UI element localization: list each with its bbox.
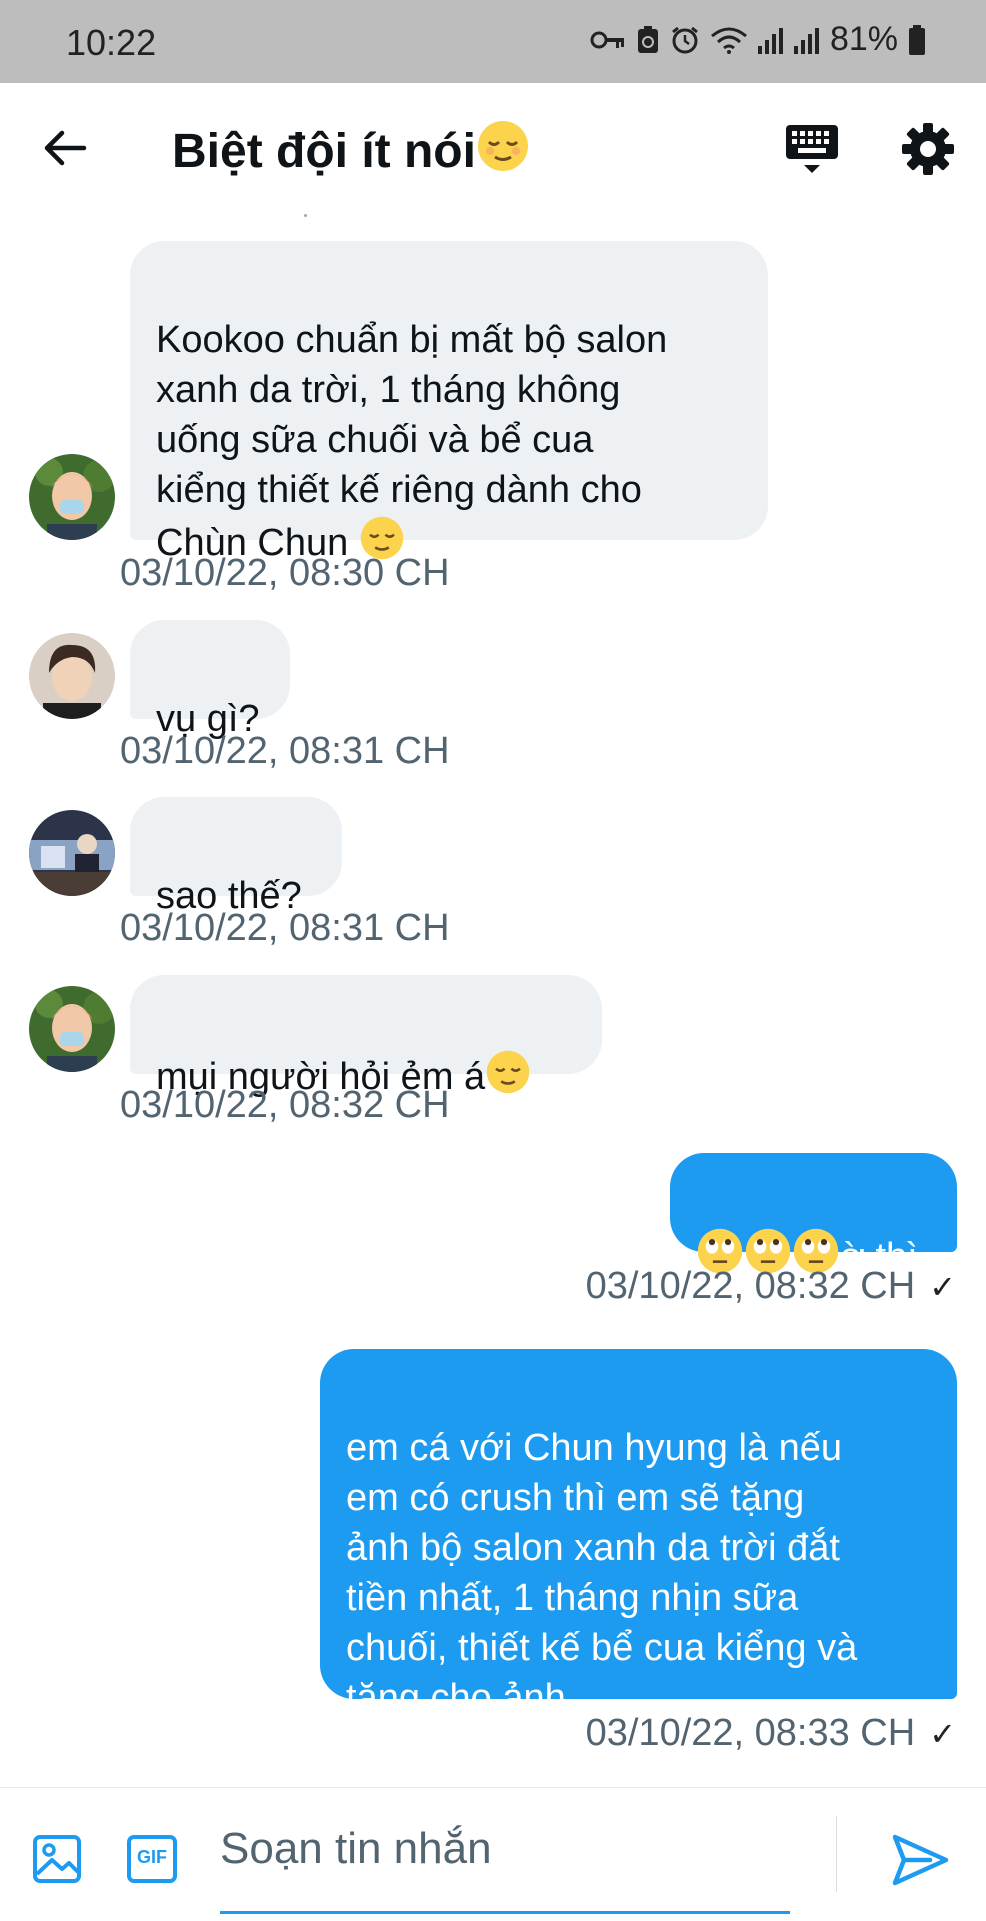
message-timestamp: 03/10/22, 08:31 CH bbox=[120, 730, 450, 772]
status-time: 10:22 bbox=[66, 22, 157, 63]
signal-icon-2 bbox=[793, 27, 819, 54]
message-bubble-outgoing[interactable]: ờ thì bbox=[670, 1153, 957, 1278]
message-timestamp: 03/10/22, 08:33 CH bbox=[585, 1712, 916, 1754]
message-bubble-incoming[interactable]: sao thế? bbox=[130, 797, 342, 917]
message-text: Kookoo chuẩn bị mất bộ salon xanh da trờ… bbox=[156, 319, 668, 564]
wifi-icon bbox=[710, 27, 747, 54]
gif-icon[interactable]: GIF bbox=[126, 1834, 178, 1884]
recycle-icon bbox=[637, 25, 658, 53]
avatar[interactable] bbox=[29, 633, 115, 719]
key-icon bbox=[590, 31, 624, 48]
read-check-icon: ✓ bbox=[929, 1269, 956, 1305]
message-composer: GIF bbox=[0, 1787, 986, 1921]
status-bar: 10:22 81% bbox=[0, 0, 986, 83]
conversation-title-text: Biệt đội ít nói bbox=[172, 125, 476, 178]
avatar[interactable] bbox=[29, 986, 115, 1072]
send-icon[interactable] bbox=[890, 1832, 950, 1888]
message-timestamp-row: 03/10/22, 08:32 CH ✓ bbox=[586, 1265, 956, 1308]
message-bubble-incoming[interactable]: mụi người hỏi ẻm á bbox=[130, 975, 602, 1098]
message-bubble-incoming[interactable]: vụ gì? bbox=[130, 620, 290, 740]
avatar[interactable] bbox=[29, 810, 115, 896]
input-underline bbox=[220, 1911, 790, 1914]
message-timestamp: 03/10/22, 08:32 CH bbox=[585, 1265, 916, 1307]
keyboard-icon[interactable] bbox=[784, 123, 840, 175]
image-icon[interactable] bbox=[32, 1834, 82, 1884]
gif-label: GIF bbox=[137, 1847, 167, 1867]
conversation-title: Biệt đội ít nói bbox=[172, 119, 530, 179]
message-timestamp: 03/10/22, 08:32 CH bbox=[120, 1084, 450, 1126]
back-arrow-icon[interactable] bbox=[40, 123, 90, 173]
relieved-face-emoji bbox=[477, 121, 528, 171]
avatar[interactable] bbox=[29, 454, 115, 540]
message-timestamp: 03/10/22, 08:31 CH bbox=[120, 907, 450, 949]
message-bubble-incoming[interactable]: Kookoo chuẩn bị mất bộ salon xanh da trờ… bbox=[130, 241, 768, 564]
conversation-header: Biệt đội ít nói bbox=[0, 83, 986, 213]
battery-icon bbox=[909, 24, 925, 55]
gear-icon[interactable] bbox=[900, 121, 956, 177]
signal-icon bbox=[757, 27, 783, 54]
message-bubble-outgoing[interactable]: em cá với Chun hyung là nếu em có crush … bbox=[320, 1349, 957, 1719]
battery-percent: 81% bbox=[829, 20, 898, 58]
message-text: em cá với Chun hyung là nếu em có crush … bbox=[346, 1427, 858, 1719]
read-check-icon: ✓ bbox=[929, 1716, 956, 1752]
status-icons: 81% bbox=[590, 20, 926, 59]
message-input[interactable] bbox=[220, 1814, 790, 1884]
composer-divider bbox=[836, 1816, 837, 1892]
relieved-face-emoji bbox=[486, 1050, 530, 1094]
message-timestamp-row: 03/10/22, 08:33 CH ✓ bbox=[586, 1712, 956, 1755]
scroll-indicator bbox=[304, 214, 307, 217]
alarm-icon bbox=[672, 26, 698, 53]
message-timestamp: 03/10/22, 08:30 CH bbox=[120, 552, 450, 594]
